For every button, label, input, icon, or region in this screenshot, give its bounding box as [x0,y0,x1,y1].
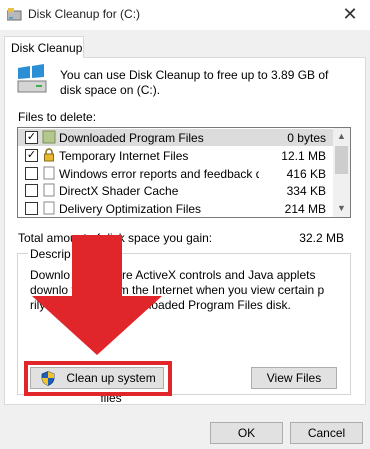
document-icon [43,166,55,180]
list-scrollbar[interactable]: ▲ ▼ [333,128,350,217]
drive-icon [17,64,47,93]
scroll-down-arrow-icon[interactable]: ▼ [333,200,350,217]
tab-disk-cleanup[interactable]: Disk Cleanup [4,36,84,58]
document-icon [43,201,55,215]
file-name: Windows error reports and feedback di... [59,167,259,181]
title-bar: Disk Cleanup for (C:) ✕ [0,0,370,30]
ok-button[interactable]: OK [210,422,283,444]
checkbox[interactable] [25,184,38,197]
list-item[interactable]: DirectX Shader Cache 334 KB [18,182,334,199]
window-title: Disk Cleanup for (C:) [28,7,141,21]
list-item[interactable]: Windows error reports and feedback di...… [18,165,334,182]
files-list[interactable]: ✓ Downloaded Program Files 0 bytes ✓ Tem… [17,127,351,218]
file-name: Delivery Optimization Files [59,202,202,216]
view-files-button[interactable]: View Files [251,367,337,389]
description-text: Downlo m Files are ActiveX controls and … [30,268,325,312]
total-value: 32.2 MB [299,231,344,245]
scroll-up-arrow-icon[interactable]: ▲ [333,128,350,145]
file-size: 12.1 MB [281,149,326,163]
red-highlight-box [24,361,172,396]
checkbox[interactable]: ✓ [25,149,38,162]
list-item[interactable]: ✓ Temporary Internet Files 12.1 MB [18,147,334,164]
close-button[interactable]: ✕ [336,3,364,25]
folder-icon [42,130,56,144]
file-size: 214 MB [284,202,326,216]
list-item[interactable]: ✓ Downloaded Program Files 0 bytes [18,129,334,146]
file-name: Temporary Internet Files [59,149,189,163]
document-icon [43,183,55,197]
list-item[interactable]: Delivery Optimization Files 214 MB [18,200,334,217]
file-name: Downloaded Program Files [59,131,204,145]
disk-cleanup-app-icon [7,8,22,21]
lock-icon [44,148,54,162]
file-name: DirectX Shader Cache [59,184,179,198]
checkbox[interactable] [25,167,38,180]
scroll-thumb[interactable] [335,146,348,174]
cancel-button[interactable]: Cancel [290,422,363,444]
file-size: 416 KB [286,167,326,181]
file-size: 0 bytes [287,131,326,145]
file-size: 334 KB [286,184,326,198]
checkbox[interactable] [25,202,38,215]
total-label: Total amount of disk space you gain: [18,231,213,245]
checkbox[interactable]: ✓ [25,131,38,144]
description-legend: Descrip [28,247,73,261]
intro-text: You can use Disk Cleanup to free up to 3… [60,68,329,97]
files-to-delete-label: Files to delete: [18,110,97,124]
